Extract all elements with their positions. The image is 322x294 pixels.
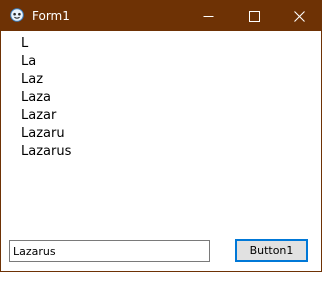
minimize-button[interactable] bbox=[185, 1, 231, 31]
output-line: Laz bbox=[21, 72, 44, 87]
maximize-icon bbox=[248, 10, 260, 22]
output-lines: L La Laz Laza Lazar Lazaru Lazarus bbox=[21, 35, 71, 161]
output-line: Lazar bbox=[21, 108, 57, 123]
maximize-button[interactable] bbox=[231, 1, 277, 31]
client-area: L La Laz Laza Lazar Lazaru Lazarus Butto… bbox=[1, 31, 321, 271]
form1-window: Form1 L La Laz Laza Lazar Lazaru Lazarus… bbox=[0, 0, 322, 272]
app-icon bbox=[10, 8, 24, 22]
window-title: Form1 bbox=[32, 9, 70, 23]
text-input[interactable] bbox=[9, 240, 210, 262]
close-icon bbox=[293, 10, 305, 22]
output-line: Laza bbox=[21, 90, 51, 105]
title-bar[interactable]: Form1 bbox=[1, 1, 321, 31]
output-line: Lazarus bbox=[21, 144, 72, 159]
close-button[interactable] bbox=[276, 1, 322, 31]
output-line: Lazaru bbox=[21, 126, 65, 141]
minimize-icon bbox=[203, 15, 213, 17]
button1[interactable]: Button1 bbox=[235, 239, 308, 262]
output-line: L bbox=[21, 36, 29, 51]
output-line: La bbox=[21, 54, 37, 69]
